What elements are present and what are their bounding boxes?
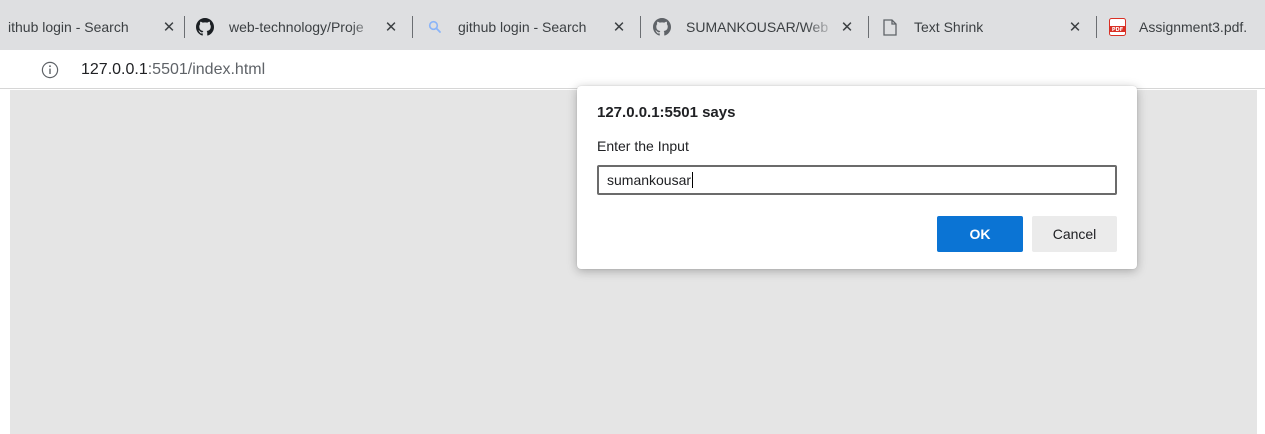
tab-strip: ithub login - Search ✕ web-technology/Pr… (0, 0, 1265, 50)
url-path: :5501/index.html (147, 61, 266, 78)
tab-separator (184, 16, 185, 38)
tab-title: web-technology/Proje (229, 19, 364, 35)
close-tab-icon[interactable]: ✕ (838, 18, 856, 36)
address-bar[interactable]: 127.0.0.1:5501/index.html (18, 55, 1258, 85)
text-caret (692, 172, 694, 188)
tab-separator (868, 16, 869, 38)
tab-github-web-technology[interactable]: web-technology/Proje ✕ (196, 8, 400, 46)
close-tab-icon[interactable]: ✕ (610, 18, 628, 36)
close-tab-icon[interactable]: ✕ (382, 18, 400, 36)
cancel-button[interactable]: Cancel (1032, 216, 1117, 252)
tab-title: Text Shrink (914, 19, 984, 35)
close-tab-icon[interactable]: ✕ (1066, 18, 1084, 36)
github-icon (196, 18, 214, 36)
search-icon (426, 18, 444, 36)
tab-assignment3-pdf[interactable]: PDF Assignment3.pdf. (1108, 8, 1265, 46)
prompt-input[interactable]: sumankousar (597, 165, 1117, 195)
tab-bing-search[interactable]: ithub login - Search ✕ (8, 8, 178, 46)
window-edge (0, 90, 10, 434)
svg-text:PDF: PDF (1111, 27, 1122, 33)
tab-github-login-search[interactable]: github login - Search ✕ (426, 8, 628, 46)
github-icon (653, 18, 671, 36)
close-tab-icon[interactable]: ✕ (160, 18, 178, 36)
tab-title: SUMANKOUSAR/Web (686, 19, 829, 35)
browser-toolbar: 127.0.0.1:5501/index.html (0, 50, 1265, 89)
window-edge (1257, 90, 1265, 434)
prompt-input-value: sumankousar (607, 172, 692, 188)
url-text[interactable]: 127.0.0.1:5501/index.html (81, 61, 265, 79)
tab-separator (412, 16, 413, 38)
tab-separator (640, 16, 641, 38)
ok-button[interactable]: OK (937, 216, 1023, 252)
prompt-dialog: 127.0.0.1:5501 says Enter the Input suma… (577, 86, 1137, 269)
document-icon (881, 18, 899, 36)
site-info-icon[interactable] (40, 60, 60, 80)
tab-title: github login - Search (458, 19, 587, 35)
tab-text-shrink[interactable]: Text Shrink ✕ (881, 8, 1084, 46)
tab-title: ithub login - Search (8, 19, 129, 35)
tab-title: Assignment3.pdf. (1139, 19, 1248, 35)
dialog-message: Enter the Input (597, 138, 689, 154)
tab-separator (1096, 16, 1097, 38)
url-host: 127.0.0.1 (81, 61, 148, 78)
tab-github-sumankousar[interactable]: SUMANKOUSAR/Web ✕ (653, 8, 856, 46)
dialog-title: 127.0.0.1:5501 says (597, 104, 736, 121)
pdf-icon: PDF (1108, 18, 1126, 36)
